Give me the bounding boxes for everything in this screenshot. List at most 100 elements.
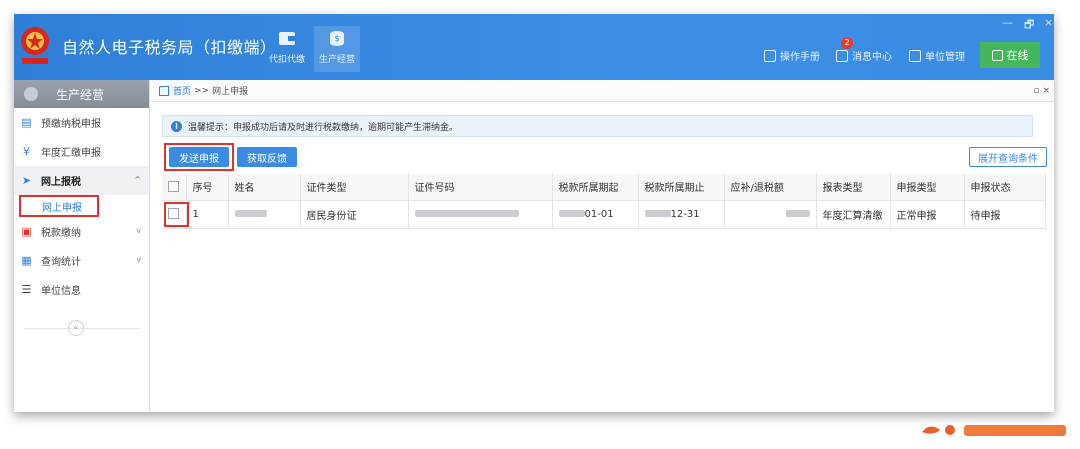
svg-text:$: $ <box>334 34 339 43</box>
tab-controls[interactable]: ▫ × <box>1033 86 1050 96</box>
breadcrumb-separator: >> <box>194 85 210 96</box>
notice-text: 温馨提示：申报成功后请及时进行税款缴纳，逾期可能产生滞纳金。 <box>188 122 459 133</box>
app-header: 自然人电子税务局（扣缴端） 代扣代缴 $ 生产经营 操作手册 2 消息中心 单位… <box>14 14 1054 80</box>
breadcrumb: 首页 >> 网上申报 <box>151 80 1054 102</box>
sidebar-item-label: 年度汇缴申报 <box>41 148 101 159</box>
notice-bar: i 温馨提示：申报成功后请及时进行税款缴纳，逾期可能产生滞纳金。 <box>162 115 1033 137</box>
column-header: 姓名 <box>228 174 301 201</box>
cell-tax-amount <box>724 200 817 229</box>
wallet-icon <box>279 32 295 45</box>
message-center-label: 消息中心 <box>852 52 892 63</box>
period-end-text: 12-31 <box>670 208 700 220</box>
sidebar-header: 生产经营 <box>14 80 149 108</box>
sidebar-item-online-tax[interactable]: ➤ 网上报税 ^ <box>14 166 149 195</box>
national-emblem-icon <box>21 27 49 64</box>
sidebar-item-tax-payment[interactable]: ▣ 税款缴纳 v <box>14 217 149 246</box>
message-center-link[interactable]: 2 消息中心 <box>836 36 892 63</box>
document-icon: ▤ <box>21 116 32 129</box>
cell-id-number <box>408 200 553 229</box>
app-title: 自然人电子税务局（扣缴端） <box>62 38 277 57</box>
declaration-table: 序号 姓名 证件类型 证件号码 税款所属期起 税款所属期止 应补/退税额 报表类… <box>162 174 1046 229</box>
unit-manage-link[interactable]: 单位管理 <box>909 48 965 63</box>
yen-circle-icon: ¥ <box>23 145 30 158</box>
home-icon <box>159 85 169 96</box>
check-icon <box>991 49 1003 61</box>
nav-withholding[interactable]: 代扣代缴 <box>264 26 310 72</box>
column-header: 序号 <box>186 174 229 201</box>
building-icon <box>909 49 921 62</box>
close-button[interactable]: × <box>1044 16 1053 29</box>
app-window: 自然人电子税务局（扣缴端） 代扣代缴 $ 生产经营 操作手册 2 消息中心 单位… <box>14 14 1054 412</box>
highlight-box <box>19 195 99 217</box>
highlight-box <box>164 202 189 227</box>
get-feedback-button[interactable]: 获取反馈 <box>237 147 297 167</box>
column-header: 申报状态 <box>964 174 1046 201</box>
nav-withholding-label: 代扣代缴 <box>268 55 305 65</box>
cell-name <box>228 200 301 229</box>
sidebar-item-label: 网上报税 <box>41 177 81 188</box>
sidebar-item-prepay-declare[interactable]: ▤ 预缴纳税申报 <box>14 108 149 137</box>
cell-period-start: 01-01 <box>552 200 639 229</box>
sidebar-item-label: 预缴纳税申报 <box>41 119 101 130</box>
column-header: 证件号码 <box>408 174 553 201</box>
minimize-button[interactable]: — <box>1002 16 1013 29</box>
watermark-logo <box>922 425 1066 436</box>
collapse-sidebar-button[interactable]: « <box>68 320 84 336</box>
breadcrumb-current: 网上申报 <box>212 87 249 97</box>
highlight-box <box>164 143 234 171</box>
main-content: 首页 >> 网上申报 ▫ × i 温馨提示：申报成功后请及时进行税款缴纳，逾期可… <box>151 80 1054 412</box>
manual-link[interactable]: 操作手册 <box>764 48 820 63</box>
message-count-badge: 2 <box>841 36 853 49</box>
sidebar-item-label: 查询统计 <box>41 257 81 268</box>
mail-icon: 2 <box>836 36 853 62</box>
send-icon: ➤ <box>21 174 32 187</box>
breadcrumb-home[interactable]: 首页 <box>173 84 191 97</box>
redacted-amount <box>785 210 810 217</box>
sidebar: 生产经营 ▤ 预缴纳税申报 ¥ 年度汇缴申报 ➤ 网上报税 ^ 网上申报 ▣ 税… <box>14 80 150 412</box>
online-label: 在线 <box>1006 49 1029 62</box>
cell-declare-type: 正常申报 <box>890 200 965 229</box>
cell-index: 1 <box>186 200 229 229</box>
column-header: 税款所属期起 <box>552 174 639 201</box>
sidebar-item-query-stats[interactable]: ▦ 查询统计 v <box>14 246 149 275</box>
nav-production-label: 生产经营 <box>318 55 355 65</box>
cell-status: 待申报 <box>964 200 1046 229</box>
cell-report-type: 年度汇算清缴 <box>816 200 891 229</box>
redacted-name <box>234 210 267 217</box>
coins-icon: $ <box>330 31 344 46</box>
sidebar-title: 生产经营 <box>56 87 105 102</box>
table-row[interactable]: 1 居民身份证 01-01 12-31 年度汇算清缴 正常申报 待申报 <box>162 200 1046 229</box>
sidebar-item-annual-declare[interactable]: ¥ 年度汇缴申报 <box>14 137 149 166</box>
list-icon: ☰ <box>21 283 32 296</box>
expand-query-button[interactable]: 展开查询条件 <box>969 147 1047 167</box>
nav-production[interactable]: $ 生产经营 <box>314 26 360 72</box>
sidebar-item-unit-info[interactable]: ☰ 单位信息 <box>14 275 149 304</box>
coins-icon <box>24 87 38 101</box>
redacted-year <box>644 210 671 217</box>
column-header: 应补/退税额 <box>724 174 817 201</box>
redacted-id-number <box>414 210 519 217</box>
maximize-button[interactable]: 🗗 <box>1024 16 1034 35</box>
redacted-year <box>558 210 585 217</box>
sidebar-item-label: 单位信息 <box>41 286 81 297</box>
column-header: 报表类型 <box>816 174 891 201</box>
online-status-button[interactable]: 在线 <box>980 42 1040 68</box>
column-header: 申报类型 <box>890 174 965 201</box>
cell-id-type: 居民身份证 <box>300 200 409 229</box>
report-icon: ▦ <box>21 254 32 267</box>
chevron-up-icon: ^ <box>134 175 141 184</box>
cell-period-end: 12-31 <box>638 200 725 229</box>
table-header-row: 序号 姓名 证件类型 证件号码 税款所属期起 税款所属期止 应补/退税额 报表类… <box>162 174 1046 201</box>
sidebar-item-label: 税款缴纳 <box>41 228 81 239</box>
manual-label: 操作手册 <box>780 52 820 63</box>
chevron-down-icon: v <box>136 255 141 264</box>
info-icon: i <box>171 120 182 132</box>
unit-manage-label: 单位管理 <box>925 52 965 63</box>
payment-icon: ▣ <box>21 225 32 238</box>
period-start-text: 01-01 <box>584 208 614 220</box>
select-all-checkbox[interactable] <box>168 181 179 192</box>
column-header: 税款所属期止 <box>638 174 725 201</box>
select-all-cell <box>162 174 187 201</box>
manual-icon <box>764 49 776 62</box>
column-header: 证件类型 <box>300 174 409 201</box>
